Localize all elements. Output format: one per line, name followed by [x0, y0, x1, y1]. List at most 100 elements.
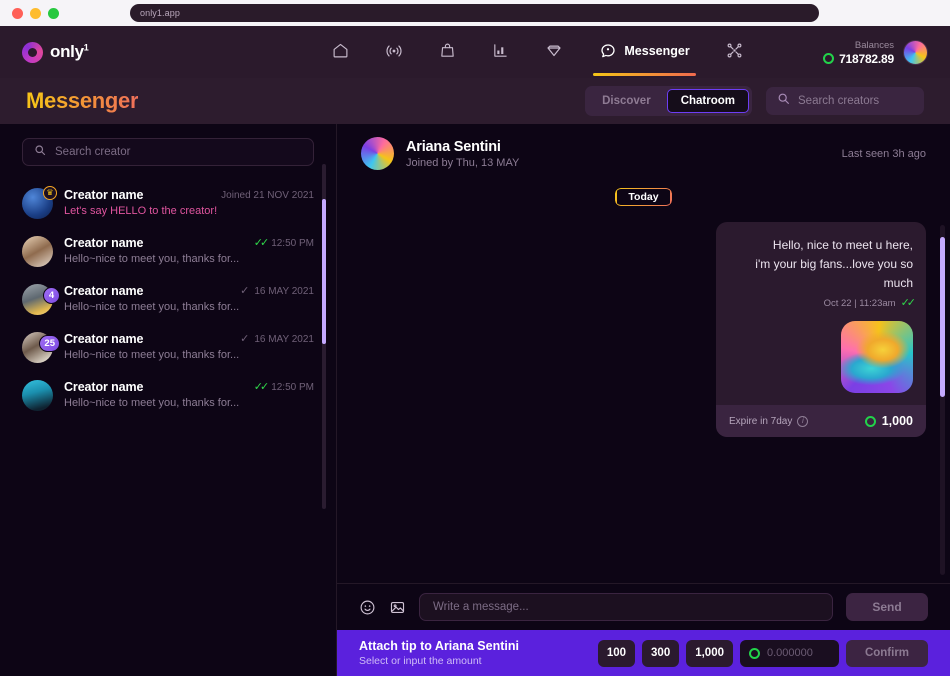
nav-item-live[interactable] — [383, 36, 405, 69]
message-attachment-image[interactable] — [841, 321, 913, 393]
logo-wordmark: only1 — [50, 42, 89, 61]
app-logo[interactable]: only1 — [22, 41, 252, 63]
list-item-header: Creator name Joined 21 NOV 2021 — [64, 188, 314, 202]
conversation-meta: ✓✓ 12:50 PM — [253, 380, 314, 393]
list-item[interactable]: Creator name ✓✓ 12:50 PM Hello~nice to m… — [0, 228, 336, 276]
avatar: 25 — [22, 332, 60, 363]
nav-item-messenger[interactable]: Messenger — [593, 36, 697, 76]
tip-amount-field[interactable] — [740, 639, 839, 667]
last-seen-status: Last seen 3h ago — [841, 147, 926, 160]
search-icon — [777, 92, 790, 110]
message-bubble-body: Hello, nice to meet u here, i'm your big… — [716, 222, 926, 405]
avatar[interactable] — [361, 137, 394, 170]
chat-contact-name: Ariana Sentini — [406, 138, 501, 155]
sidebar-search-input[interactable] — [55, 146, 302, 158]
conversation-meta: ✓ 16 MAY 2021 — [240, 285, 314, 297]
browser-chrome: only1.app — [0, 0, 950, 26]
balance-text: Balances 718782.89 — [823, 39, 894, 66]
send-button[interactable]: Send — [846, 593, 928, 621]
token-icon — [749, 647, 760, 659]
gem-icon — [545, 42, 563, 60]
conversation-name: Creator name — [64, 284, 144, 298]
list-item[interactable]: 25 Creator name ✓ 16 MAY 2021 Hello~nice… — [0, 324, 336, 372]
network-icon — [726, 42, 743, 59]
token-icon — [864, 415, 876, 427]
maximize-window-button[interactable] — [48, 7, 59, 19]
conversation-time: 12:50 PM — [271, 381, 314, 393]
nav-item-home[interactable] — [330, 36, 351, 68]
view-tabs: Discover Chatroom — [585, 86, 752, 116]
chat-header-text: Ariana Sentini Joined by Thu, 13 MAY — [406, 139, 519, 169]
creator-search[interactable] — [766, 87, 924, 115]
nav-item-network[interactable] — [724, 36, 745, 68]
expire-label: Expire in 7day i — [729, 415, 809, 427]
tip-bar-title: Attach tip to Ariana Sentini — [359, 639, 519, 653]
nav-item-stats[interactable] — [490, 36, 511, 68]
creator-search-input[interactable] — [798, 95, 913, 107]
sidebar-scrollbar[interactable] — [322, 164, 326, 509]
message-text-line2: i'm your big fans...love you so much — [755, 257, 913, 290]
user-avatar[interactable] — [903, 39, 928, 65]
conversation-preview: Hello~nice to meet you, thanks for... — [64, 397, 240, 409]
top-navigation: only1 Messenger Balances 718782.89 — [0, 26, 950, 78]
balances-widget[interactable]: Balances 718782.89 — [823, 39, 928, 66]
tip-amount-300[interactable]: 300 — [642, 639, 680, 667]
list-item[interactable]: 4 Creator name ✓ 16 MAY 2021 Hello~nice … — [0, 276, 336, 324]
message-bubble[interactable]: Hello, nice to meet u here, i'm your big… — [716, 222, 926, 437]
conversation-preview: Let's say HELLO to the creator! — [64, 205, 218, 217]
bar-chart-icon — [492, 42, 509, 59]
read-receipt-icon: ✓✓ — [253, 380, 270, 393]
info-icon[interactable]: i — [797, 415, 809, 427]
list-item-content: Creator name ✓✓ 12:50 PM Hello~nice to m… — [64, 236, 314, 265]
tab-chatroom[interactable]: Chatroom — [666, 89, 749, 113]
emoji-icon[interactable] — [359, 599, 376, 616]
list-item-content: Creator name ✓ 16 MAY 2021 Hello~nice to… — [64, 332, 314, 361]
message-stamp: Oct 22 | 11:23am ✓✓ — [729, 297, 917, 310]
avatar-image — [22, 380, 53, 411]
image-attach-icon[interactable] — [389, 599, 406, 616]
list-item-header: Creator name ✓✓ 12:50 PM — [64, 236, 314, 250]
nav-item-rewards[interactable] — [543, 36, 565, 69]
conversation-meta: ✓ 16 MAY 2021 — [240, 333, 314, 345]
nav-item-shop[interactable] — [437, 36, 458, 68]
unread-badge: 4 — [43, 287, 60, 304]
nav-item-messenger-label: Messenger — [624, 43, 690, 58]
read-receipt-icon: ✓✓ — [253, 236, 270, 249]
chat-joined-date: Joined by Thu, 13 MAY — [406, 156, 520, 169]
message-text-line1: Hello, nice to meet u here, — [772, 238, 913, 252]
app-window: only1.app only1 Messenger Balances 71878… — [0, 0, 950, 676]
close-window-button[interactable] — [12, 7, 23, 19]
message-input[interactable] — [419, 593, 833, 621]
messenger-icon — [599, 42, 617, 60]
day-divider: Today — [615, 188, 672, 206]
confirm-tip-button[interactable]: Confirm — [846, 639, 928, 667]
broadcast-icon — [385, 42, 403, 60]
url-bar[interactable]: only1.app — [130, 4, 819, 22]
list-item-header: Creator name ✓✓ 12:50 PM — [64, 380, 314, 394]
message-timestamp: Oct 22 | 11:23am — [823, 298, 896, 309]
tab-discover[interactable]: Discover — [588, 89, 665, 113]
page-header: Messenger Discover Chatroom — [0, 78, 950, 124]
window-controls[interactable] — [12, 7, 59, 19]
avatar-image — [22, 236, 53, 267]
list-item[interactable]: ♛ Creator name Joined 21 NOV 2021 Let's … — [0, 180, 336, 228]
search-icon — [34, 143, 46, 161]
balance-row: 718782.89 — [823, 52, 894, 66]
chat-scrollbar[interactable] — [940, 225, 945, 575]
chat-header: Ariana Sentini Joined by Thu, 13 MAY Las… — [337, 124, 950, 180]
message-row: Hello, nice to meet u here, i'm your big… — [361, 222, 926, 437]
read-receipt-icon: ✓✓ — [900, 297, 917, 309]
conversation-name: Creator name — [64, 188, 144, 202]
conversation-name: Creator name — [64, 380, 144, 394]
message-tip-value: 1,000 — [864, 414, 913, 428]
sidebar-search[interactable] — [22, 138, 314, 166]
tip-amount-1000[interactable]: 1,000 — [686, 639, 733, 667]
conversation-time: Joined 21 NOV 2021 — [221, 189, 314, 201]
list-item[interactable]: Creator name ✓✓ 12:50 PM Hello~nice to m… — [0, 372, 336, 420]
conversation-time: 12:50 PM — [271, 237, 314, 249]
tip-amount-100[interactable]: 100 — [597, 639, 636, 667]
tip-amount-input[interactable] — [767, 647, 830, 659]
conversation-preview: Hello~nice to meet you, thanks for... — [64, 301, 240, 313]
minimize-window-button[interactable] — [30, 7, 41, 19]
message-composer: Send — [337, 583, 950, 630]
